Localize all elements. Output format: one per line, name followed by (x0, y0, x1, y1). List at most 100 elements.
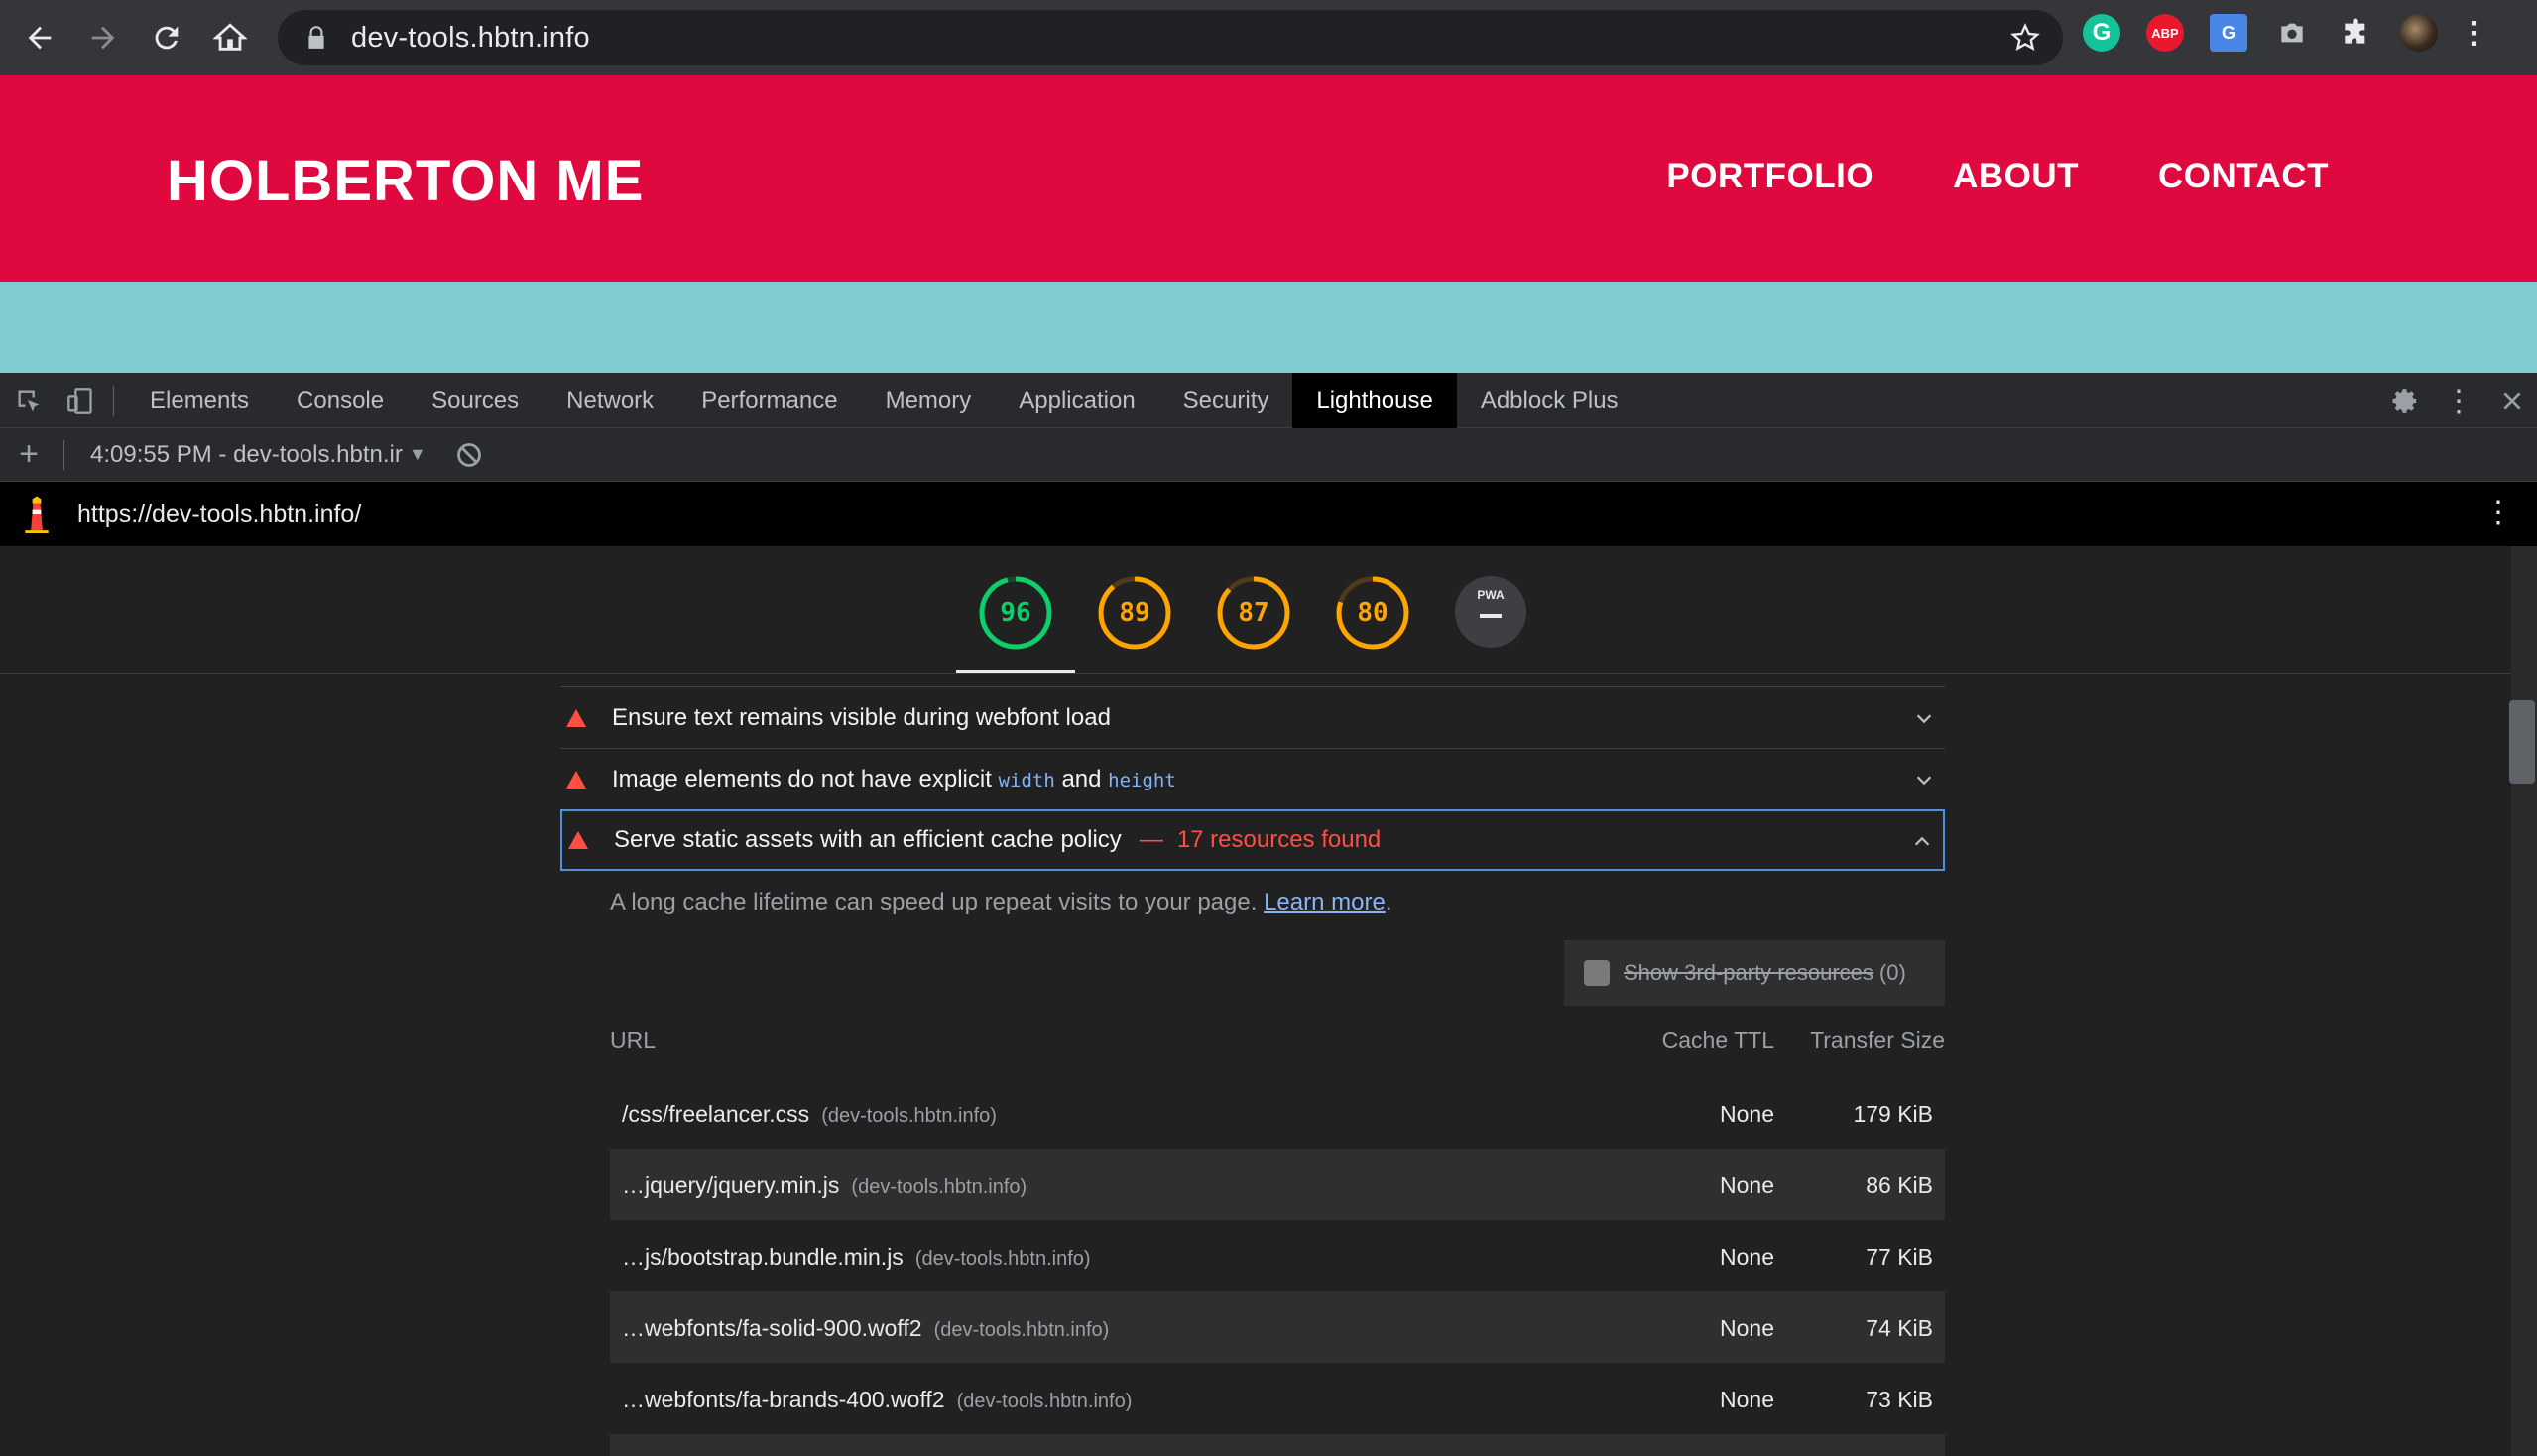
inspect-element-icon[interactable] (14, 386, 44, 416)
tab-divider (113, 385, 114, 416)
plus-icon[interactable]: + (14, 435, 44, 473)
report-scrollbar-thumb[interactable] (2509, 700, 2535, 784)
reload-icon (155, 26, 179, 50)
row-cache-ttl: None (1720, 1101, 1774, 1127)
tab-sources[interactable]: Sources (408, 373, 543, 428)
row-url[interactable]: /css/freelancer.css (dev-tools.hbtn.info) (622, 1101, 997, 1128)
grammarly-icon[interactable]: G (2083, 14, 2120, 52)
extensions-puzzle-icon[interactable] (2337, 14, 2374, 52)
chrome-menu-icon[interactable]: ⋮ (2459, 14, 2488, 52)
back-button[interactable] (16, 14, 63, 61)
report-menu-icon[interactable]: ⋮ (2483, 498, 2513, 528)
arrow-right-icon (91, 26, 115, 50)
bookmark-star-icon[interactable] (2009, 22, 2041, 54)
row-url[interactable]: …jquery/jquery.min.js (dev-tools.hbtn.inf… (622, 1172, 1027, 1199)
code-width: width (998, 769, 1055, 791)
row-cache-ttl: None (1720, 1172, 1774, 1198)
score-value: 89 (1119, 598, 1150, 628)
third-party-count: (0) (1878, 960, 1906, 985)
column-cache-ttl: Cache TTL (1661, 1028, 1774, 1053)
tab-adblock-plus[interactable]: Adblock Plus (1457, 373, 1642, 428)
site-header: HOLBERTON ME PORTFOLIO ABOUT CONTACT (0, 75, 2537, 282)
lighthouse-report: 96 89 87 80 PWA Ensure text remains visi… (0, 546, 2511, 1456)
audit-separator: — (1139, 826, 1163, 853)
row-url[interactable]: …webfonts/fa-brands-400.woff2 (dev-tools.… (622, 1387, 1132, 1413)
third-party-checkbox[interactable] (1584, 960, 1610, 986)
lighthouse-logo-icon (25, 496, 49, 533)
pwa-badge[interactable]: PWA (1455, 576, 1526, 648)
audit-title: Image elements do not have explicit widt… (612, 766, 1176, 793)
table-row: …webfonts/fa-brands-400.woff2 (dev-tools.… (610, 1363, 1945, 1434)
site-title[interactable]: HOLBERTON ME (167, 148, 644, 214)
settings-gear-icon[interactable] (2390, 386, 2420, 416)
score-value: 80 (1357, 598, 1389, 628)
report-select[interactable]: 4:09:55 PM - dev-tools.hbtn.ir (90, 441, 403, 469)
tab-security[interactable]: Security (1159, 373, 1293, 428)
row-transfer-size: 77 KiB (1866, 1244, 1933, 1270)
table-row: …jquery/jquery.min.js (dev-tools.hbtn.inf… (610, 1149, 1945, 1220)
chevron-up-icon[interactable] (1911, 831, 1933, 853)
lock-icon (308, 26, 324, 49)
row-cache-ttl: None (1720, 1315, 1774, 1341)
audit-title-joiner: and (1061, 765, 1102, 792)
tab-console[interactable]: Console (273, 373, 408, 428)
score-gauge-accessibility[interactable]: 89 (1097, 575, 1172, 651)
clear-icon[interactable] (454, 440, 484, 470)
table-row: …webfonts/fa-solid-900.woff2 (dev-tools.h… (610, 1291, 1945, 1363)
row-url[interactable]: …webfonts/fa-solid-900.woff2 (dev-tools.h… (622, 1315, 1109, 1342)
audit-title: Ensure text remains visible during webfo… (612, 703, 1111, 731)
row-url[interactable]: …js/bootstrap.bundle.min.js (dev-tools.hb… (622, 1244, 1091, 1271)
device-toolbar-icon[interactable] (65, 386, 95, 416)
score-gauge-best-practices[interactable]: 87 (1216, 575, 1291, 651)
active-gauge-underline (956, 670, 1075, 673)
description-period: . (1385, 889, 1392, 915)
camera-icon[interactable] (2273, 14, 2311, 52)
nav-contact[interactable]: CONTACT (2158, 157, 2329, 196)
chevron-down-icon[interactable] (1913, 769, 1935, 790)
row-cache-ttl: None (1720, 1244, 1774, 1270)
profile-avatar[interactable] (2400, 14, 2438, 52)
tab-application[interactable]: Application (995, 373, 1158, 428)
arrow-left-icon (28, 26, 52, 50)
third-party-filter[interactable]: Show 3rd-party resources (0) (1564, 940, 1945, 1006)
lighthouse-url-bar: https://dev-tools.hbtn.info/ ⋮ (0, 482, 2537, 546)
audit-item[interactable]: Image elements do not have explicit widt… (560, 748, 1945, 809)
tab-elements[interactable]: Elements (126, 373, 273, 428)
learn-more-link[interactable]: Learn more (1264, 889, 1386, 915)
audit-title-text: Image elements do not have explicit (612, 765, 992, 792)
google-translate-icon[interactable]: G (2210, 14, 2247, 52)
code-height: height (1108, 769, 1176, 791)
score-gauge-seo[interactable]: 80 (1335, 575, 1410, 651)
home-button[interactable] (206, 14, 254, 61)
pwa-label: PWA (1477, 588, 1505, 602)
tab-network[interactable]: Network (543, 373, 677, 428)
pwa-dash (1480, 614, 1502, 618)
nav-about[interactable]: ABOUT (1953, 157, 2079, 196)
table-row: /css/freelancer.css (dev-tools.hbtn.info)… (610, 1077, 1945, 1149)
warning-triangle-icon (566, 770, 586, 789)
third-party-label: Show 3rd-party resources (1624, 960, 1873, 985)
extensions-area: G ABP G ⋮ (2083, 14, 2509, 52)
row-transfer-size: 179 KiB (1853, 1101, 1933, 1127)
audit-item[interactable]: Ensure text remains visible during webfo… (560, 686, 1945, 748)
tab-memory[interactable]: Memory (862, 373, 996, 428)
audit-display-value: 17 resources found (1176, 826, 1382, 853)
tab-lighthouse[interactable]: Lighthouse (1292, 372, 1457, 428)
reload-button[interactable] (143, 14, 190, 61)
chevron-down-icon[interactable] (1913, 707, 1935, 729)
address-bar[interactable]: dev-tools.hbtn.info (278, 10, 2063, 65)
address-text[interactable]: dev-tools.hbtn.info (351, 22, 590, 55)
devtools-menu-icon[interactable]: ⋮ (2444, 385, 2474, 418)
score-gauge-performance[interactable]: 96 (978, 575, 1053, 651)
report-scrollbar[interactable] (2511, 546, 2537, 1456)
adblock-plus-icon[interactable]: ABP (2146, 14, 2184, 52)
audited-url[interactable]: https://dev-tools.hbtn.info/ (77, 500, 361, 529)
dropdown-arrow-icon[interactable]: ▼ (409, 444, 426, 465)
warning-triangle-icon (568, 831, 588, 849)
nav-portfolio[interactable]: PORTFOLIO (1666, 157, 1873, 196)
column-url: URL (610, 1028, 657, 1053)
tab-performance[interactable]: Performance (677, 373, 861, 428)
forward-button[interactable] (79, 14, 127, 61)
audit-item-expanded[interactable]: Serve static assets with an efficient ca… (560, 809, 1945, 871)
close-devtools-icon[interactable] (2497, 386, 2527, 416)
